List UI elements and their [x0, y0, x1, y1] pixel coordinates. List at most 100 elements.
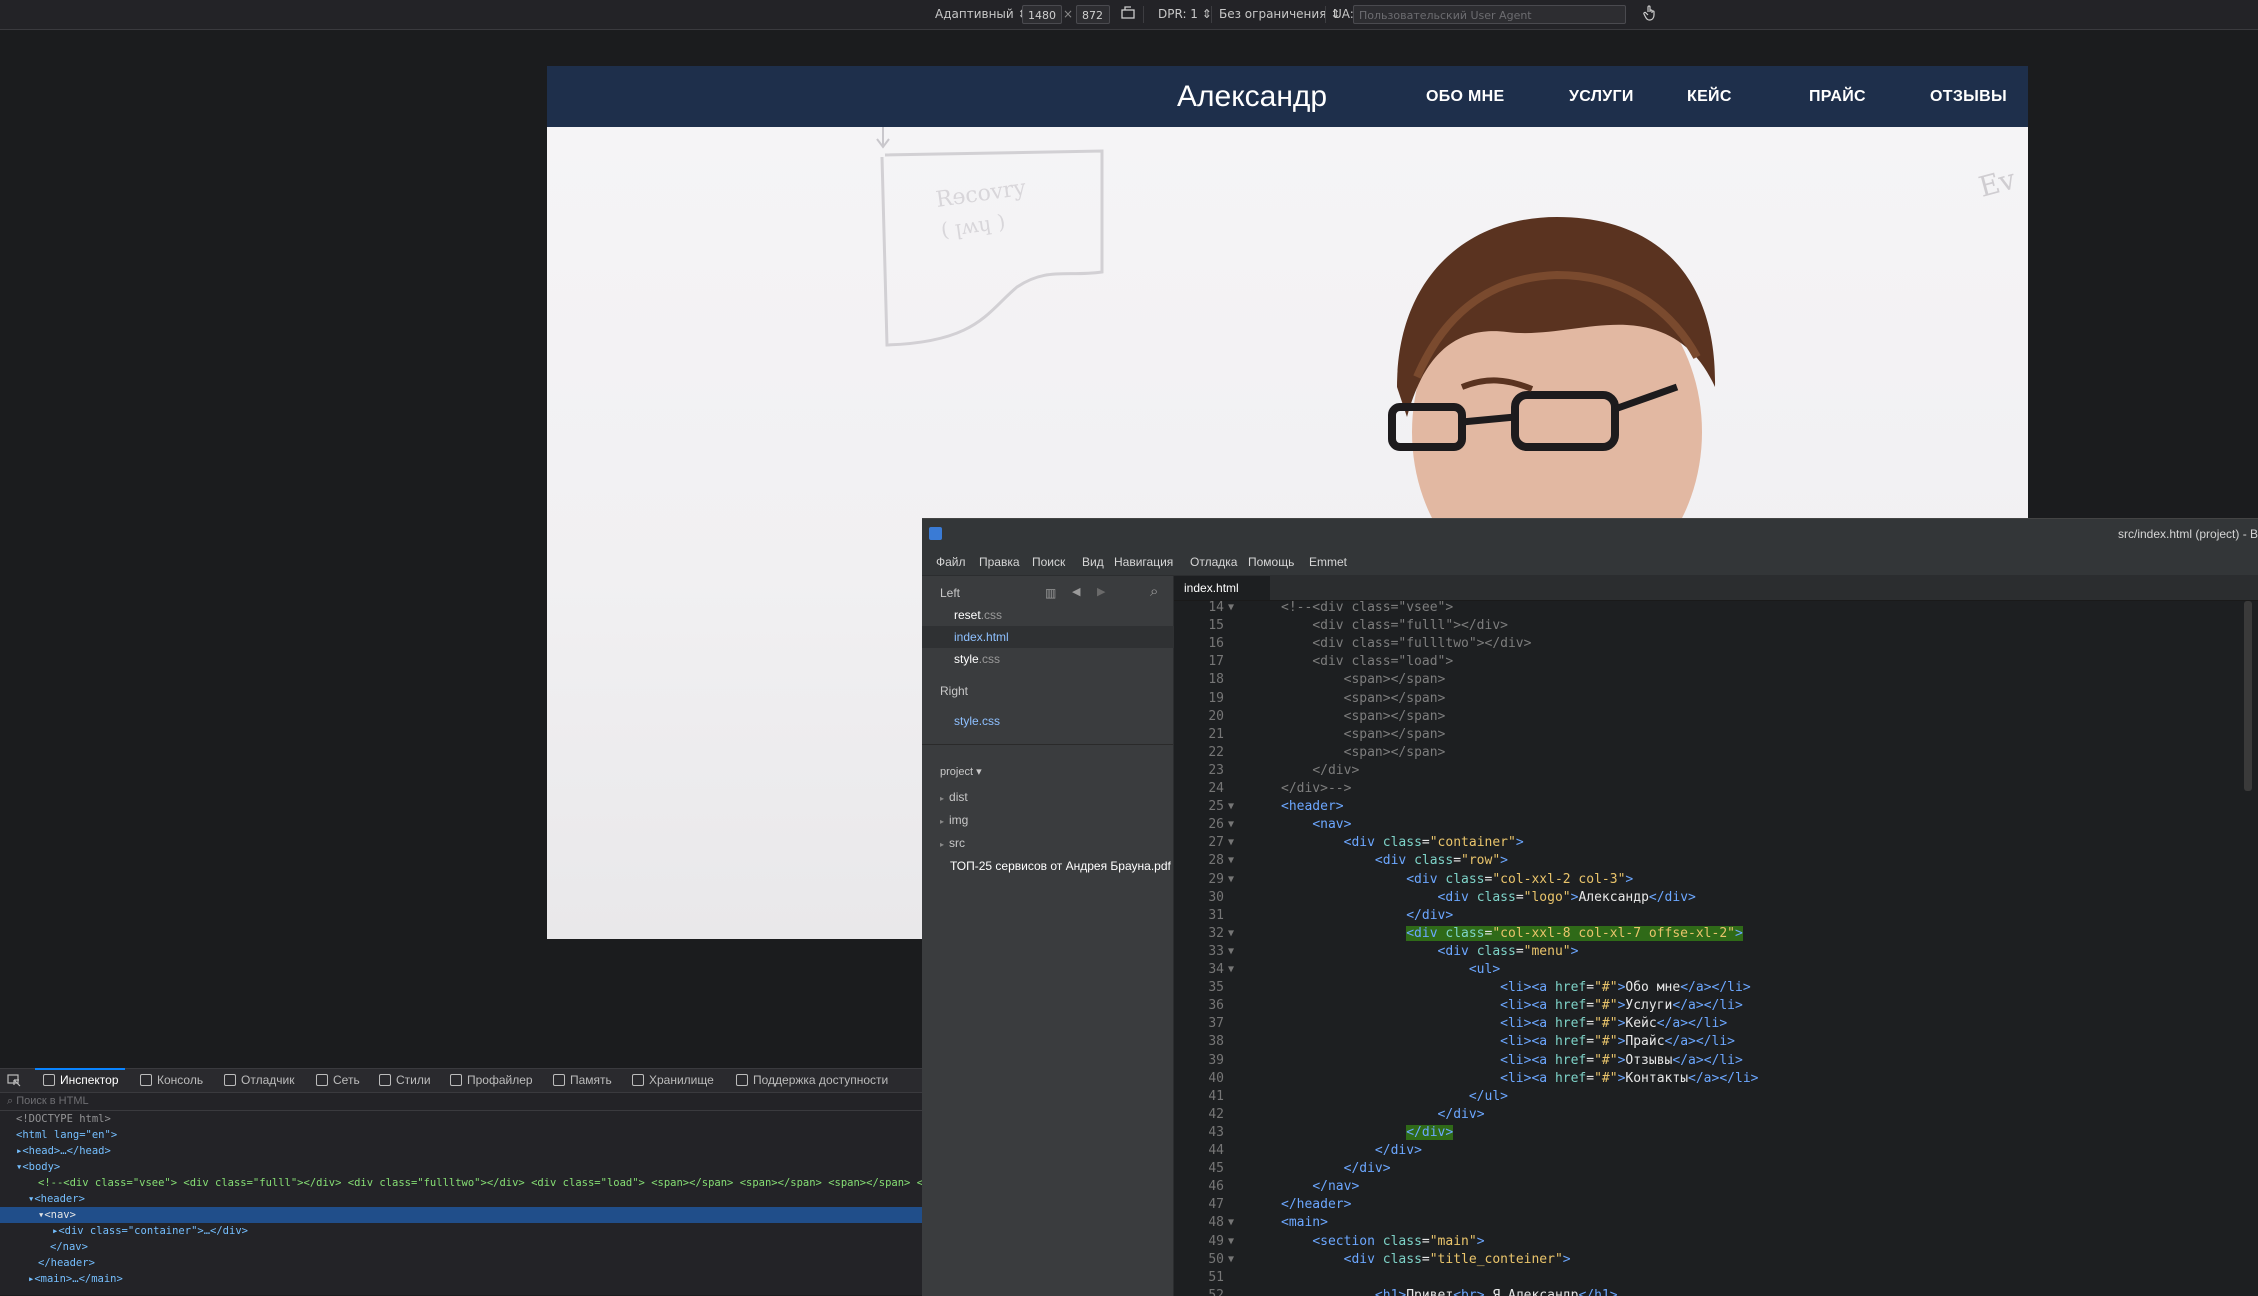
dpr-selector[interactable]: DPR: 1 ⇕ — [1158, 0, 1212, 29]
tab-index-html[interactable]: index.html — [1174, 576, 1270, 600]
folder-img[interactable]: ▸ img — [922, 809, 1191, 831]
working-file-reset-css[interactable]: reset.css — [922, 604, 1205, 626]
tree-node-container[interactable]: ▸<div class="container">…</div> — [0, 1223, 922, 1239]
code-line[interactable]: 46 </nav> — [1174, 1178, 2258, 1196]
code-line[interactable]: 34 ▼ <ul> — [1174, 961, 2258, 979]
code-line[interactable]: 47 </header> — [1174, 1196, 2258, 1214]
tree-node-nav-close[interactable]: </nav> — [0, 1239, 922, 1255]
fold-toggle-icon[interactable]: ▼ — [1228, 961, 1240, 979]
menu-find[interactable]: Поиск — [1032, 549, 1065, 575]
code-line[interactable]: 40 <li><a href="#">Контакты</a></li> — [1174, 1070, 2258, 1088]
code-line[interactable]: 29 ▼ <div class="col-xxl-2 col-3"> — [1174, 871, 2258, 889]
user-agent-input[interactable]: Пользовательский User Agent — [1353, 5, 1626, 24]
throttle-selector[interactable]: Без ограничения ⇕ — [1219, 0, 1340, 29]
menu-debug[interactable]: Отладка — [1190, 549, 1237, 575]
fold-toggle-icon[interactable]: ▼ — [1228, 925, 1240, 943]
tree-node-comment[interactable]: <!--<div class="vsee"> <div class="fulll… — [0, 1175, 922, 1191]
fold-toggle-icon[interactable]: ▼ — [1228, 943, 1240, 961]
code-line[interactable]: 19 <span></span> — [1174, 690, 2258, 708]
code-line[interactable]: 16 <div class="fullltwo"></div> — [1174, 635, 2258, 653]
device-selector[interactable]: Адаптивный ⇕ — [935, 0, 1028, 29]
fold-toggle-icon[interactable]: ▼ — [1228, 816, 1240, 834]
code-line[interactable]: 43 </div> — [1174, 1124, 2258, 1142]
code-line[interactable]: 14 ▼ <!--<div class="vsee"> — [1174, 601, 2258, 617]
code-line[interactable]: 24 </div>--> — [1174, 780, 2258, 798]
nav-price[interactable]: ПРАЙС — [1809, 66, 1866, 127]
fold-toggle-icon[interactable]: ▼ — [1228, 1233, 1240, 1251]
rotate-icon[interactable] — [1121, 0, 1135, 29]
working-file-style-css[interactable]: style.css — [922, 648, 1205, 670]
code-line[interactable]: 21 <span></span> — [1174, 726, 2258, 744]
code-line[interactable]: 26 ▼ <nav> — [1174, 816, 2258, 834]
code-area[interactable]: 14 ▼ <!--<div class="vsee"> 15 <div class="… — [1174, 601, 2258, 1296]
menu-emmet[interactable]: Emmet — [1309, 549, 1347, 575]
code-line[interactable]: 20 <span></span> — [1174, 708, 2258, 726]
tab-memory[interactable]: Память — [553, 1069, 612, 1092]
code-line[interactable]: 32 ▼ <div class="col-xxl-8 col-xl-7 offse… — [1174, 925, 2258, 943]
project-dropdown[interactable]: project ▾ — [922, 761, 1191, 783]
file-pdf[interactable]: ТОП-25 сервисов от Андрея Брауна.pdf — [922, 855, 1201, 877]
working-file-right-style-css[interactable]: style.css — [922, 710, 1205, 732]
nav-reviews[interactable]: ОТЗЫВЫ — [1930, 66, 2007, 127]
code-scrollbar[interactable] — [2244, 601, 2252, 791]
tree-node-head[interactable]: ▸<head>…</head> — [0, 1143, 922, 1159]
fold-toggle-icon[interactable]: ▼ — [1228, 871, 1240, 889]
tree-node-header-close[interactable]: </header> — [0, 1255, 922, 1271]
tab-network[interactable]: Сеть — [316, 1069, 360, 1092]
code-line[interactable]: 48 ▼ <main> — [1174, 1214, 2258, 1232]
nav-services[interactable]: УСЛУГИ — [1569, 66, 1634, 127]
tree-node-html[interactable]: <html lang="en"> — [0, 1127, 922, 1143]
code-line[interactable]: 23 </div> — [1174, 762, 2258, 780]
code-line[interactable]: 38 <li><a href="#">Прайс</a></li> — [1174, 1033, 2258, 1051]
tab-inspector[interactable]: Инспектор — [35, 1068, 125, 1092]
code-line[interactable]: 22 <span></span> — [1174, 744, 2258, 762]
tab-profiler[interactable]: Профайлер — [450, 1069, 533, 1092]
tab-console[interactable]: Консоль — [140, 1069, 203, 1092]
code-line[interactable]: 31 </div> — [1174, 907, 2258, 925]
viewport-width-input[interactable]: 1480 — [1022, 5, 1062, 24]
working-file-index-html[interactable]: index.html — [922, 626, 1205, 648]
fold-toggle-icon[interactable]: ▼ — [1228, 601, 1240, 617]
fold-toggle-icon[interactable]: ▼ — [1228, 1251, 1240, 1269]
code-line[interactable]: 39 <li><a href="#">Отзывы</a></li> — [1174, 1052, 2258, 1070]
site-logo[interactable]: Александр — [1177, 66, 1327, 127]
code-line[interactable]: 25 ▼ <header> — [1174, 798, 2258, 816]
tab-debugger[interactable]: Отладчик — [224, 1069, 294, 1092]
code-line[interactable]: 15 <div class="fulll"></div> — [1174, 617, 2258, 635]
tree-node-main[interactable]: ▸<main>…</main> — [0, 1271, 922, 1287]
code-line[interactable]: 50 ▼ <div class="title_conteiner"> — [1174, 1251, 2258, 1269]
code-line[interactable]: 49 ▼ <section class="main"> — [1174, 1233, 2258, 1251]
code-line[interactable]: 51 — [1174, 1269, 2258, 1287]
code-line[interactable]: 44 </div> — [1174, 1142, 2258, 1160]
code-line[interactable]: 30 <div class="logo">Александр</div> — [1174, 889, 2258, 907]
menu-help[interactable]: Помощь — [1248, 549, 1294, 575]
folder-src[interactable]: ▸ src — [922, 832, 1191, 854]
nav-case[interactable]: КЕЙС — [1687, 66, 1732, 127]
code-line[interactable]: 41 </ul> — [1174, 1088, 2258, 1106]
viewport-height-input[interactable]: 872 — [1076, 5, 1110, 24]
nav-about[interactable]: ОБО МНЕ — [1426, 66, 1505, 127]
tree-node-nav-selected[interactable]: ▾<nav> — [0, 1207, 922, 1223]
tab-storage[interactable]: Хранилище — [632, 1069, 714, 1092]
code-line[interactable]: 28 ▼ <div class="row"> — [1174, 852, 2258, 870]
element-picker-icon[interactable] — [7, 1074, 21, 1090]
code-line[interactable]: 18 <span></span> — [1174, 671, 2258, 689]
code-line[interactable]: 27 ▼ <div class="container"> — [1174, 834, 2258, 852]
code-line[interactable]: 17 <div class="load"> — [1174, 653, 2258, 671]
split-view-icon[interactable]: ▥ — [1045, 586, 1056, 600]
touch-simulation-icon[interactable] — [1643, 0, 1657, 29]
search-icon[interactable]: ⌕ — [1150, 583, 1158, 600]
fold-toggle-icon[interactable]: ▼ — [1228, 834, 1240, 852]
fold-toggle-icon[interactable]: ▼ — [1228, 1214, 1240, 1232]
tree-node-header[interactable]: ▾<header> — [0, 1191, 922, 1207]
tab-accessibility[interactable]: Поддержка доступности — [736, 1069, 888, 1092]
code-line[interactable]: 45 </div> — [1174, 1160, 2258, 1178]
tab-styles[interactable]: Стили — [379, 1069, 431, 1092]
nav-forward-icon[interactable]: ▶ — [1097, 585, 1105, 598]
html-search-input[interactable]: ⌕ Поиск в HTML — [0, 1092, 922, 1111]
menu-file[interactable]: Файл — [936, 549, 966, 575]
folder-dist[interactable]: ▸ dist — [922, 786, 1191, 808]
tree-node-doctype[interactable]: <!DOCTYPE html> — [0, 1111, 922, 1127]
code-line[interactable]: 37 <li><a href="#">Кейс</a></li> — [1174, 1015, 2258, 1033]
menu-navigate[interactable]: Навигация — [1114, 549, 1173, 575]
